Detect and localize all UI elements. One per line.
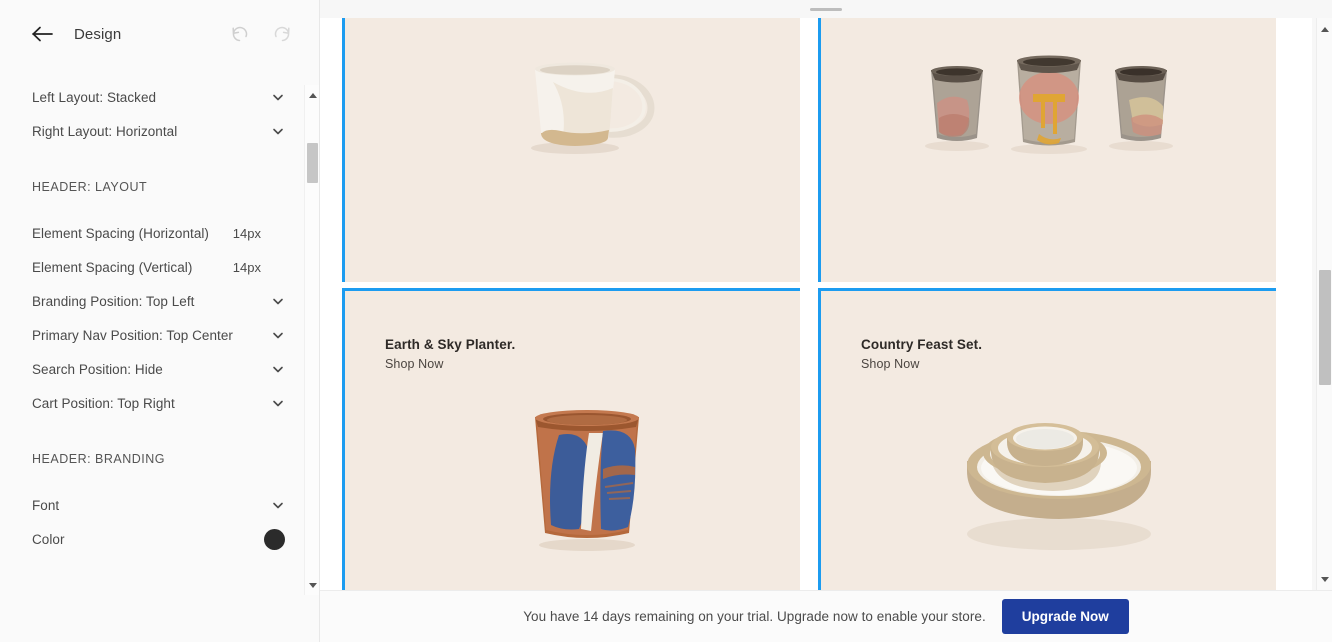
sidebar-row-primary-nav-position[interactable]: Primary Nav Position: Top Center [0, 318, 305, 352]
sidebar-row-branding-position[interactable]: Branding Position: Top Left [0, 284, 305, 318]
sidebar-row-label: Element Spacing (Horizontal) [32, 225, 209, 241]
chevron-down-icon[interactable] [271, 124, 285, 138]
scroll-up-arrow-icon[interactable] [1317, 21, 1332, 37]
tile-cups[interactable] [818, 18, 1276, 282]
tile-feast-set[interactable]: Country Feast Set. Shop Now [818, 288, 1276, 590]
sidebar-row-label: Cart Position: Top Right [32, 395, 175, 411]
sidebar-row-element-spacing-vertical[interactable]: Element Spacing (Vertical) 14px [0, 250, 305, 284]
chevron-down-icon[interactable] [271, 90, 285, 104]
sidebar-row-label: Left Layout: Stacked [32, 89, 157, 105]
canvas-area: Earth & Sky Planter. Shop Now Country Fe… [320, 0, 1332, 590]
tile-text-block: Earth & Sky Planter. Shop Now [385, 337, 515, 371]
canvas-scrollbar[interactable] [1316, 18, 1332, 590]
section-heading-header-layout: HEADER: LAYOUT [32, 180, 148, 194]
sidebar-row-right-layout[interactable]: Right Layout: Horizontal [0, 114, 305, 148]
scroll-up-arrow-icon[interactable] [305, 87, 319, 103]
design-sidebar: Design Left Layout: Stacked Right Layout… [0, 0, 320, 642]
section-heading-header-branding: HEADER: BRANDING [32, 452, 166, 466]
history-buttons [229, 23, 293, 45]
sidebar-row-value: 14px [232, 225, 261, 241]
sidebar-row-left-layout[interactable]: Left Layout: Stacked [0, 80, 305, 114]
chevron-down-icon[interactable] [271, 498, 285, 512]
chevron-down-icon[interactable] [271, 396, 285, 410]
sidebar-row-font[interactable]: Font [0, 488, 305, 522]
sidebar-header: Design [0, 0, 319, 68]
sidebar-row-label: Element Spacing (Vertical) [32, 259, 193, 275]
sidebar-row-label: Branding Position: Top Left [32, 293, 195, 309]
sidebar-row-label: Search Position: Hide [32, 361, 163, 377]
preview-grid: Earth & Sky Planter. Shop Now Country Fe… [320, 18, 1312, 590]
redo-icon[interactable] [271, 23, 293, 45]
site-preview: Earth & Sky Planter. Shop Now Country Fe… [320, 18, 1312, 590]
trial-banner: You have 14 days remaining on your trial… [320, 590, 1332, 642]
blue-planter-image [535, 410, 639, 551]
canvas-resize-handle[interactable] [810, 8, 842, 11]
trial-message: You have 14 days remaining on your trial… [523, 609, 986, 624]
back-arrow-icon[interactable] [30, 23, 56, 45]
sidebar-row-element-spacing-horizontal[interactable]: Element Spacing (Horizontal) 14px [0, 216, 305, 250]
chevron-down-icon[interactable] [271, 328, 285, 342]
chevron-down-icon[interactable] [271, 294, 285, 308]
tile-planter[interactable]: Earth & Sky Planter. Shop Now [342, 288, 800, 590]
page-title: Design [74, 25, 122, 43]
sidebar-scrollbar[interactable] [304, 85, 319, 595]
canvas-scrollbar-thumb[interactable] [1319, 270, 1331, 385]
nested-bowls-image [967, 423, 1151, 550]
tile-mug[interactable] [342, 18, 800, 282]
tile-text-block: Country Feast Set. Shop Now [861, 337, 982, 371]
tile-shop-now-link[interactable]: Shop Now [861, 357, 982, 371]
sidebar-row-label: Right Layout: Horizontal [32, 123, 178, 139]
sidebar-row-label: Font [32, 497, 60, 513]
sidebar-scroll-content: Left Layout: Stacked Right Layout: Horiz… [0, 68, 305, 642]
color-swatch[interactable] [264, 528, 285, 550]
sidebar-row-color[interactable]: Color [0, 522, 305, 556]
upgrade-now-button[interactable]: Upgrade Now [1001, 599, 1129, 634]
scroll-down-arrow-icon[interactable] [1317, 571, 1332, 587]
white-mug-image [531, 62, 655, 154]
tile-title: Country Feast Set. [861, 337, 983, 352]
undo-icon[interactable] [229, 23, 251, 45]
three-cups-image [925, 55, 1173, 154]
scroll-down-arrow-icon[interactable] [305, 577, 319, 593]
tile-title: Earth & Sky Planter. [385, 337, 516, 352]
design-editor-window: Design Left Layout: Stacked Right Layout… [0, 0, 1332, 642]
sidebar-row-cart-position[interactable]: Cart Position: Top Right [0, 386, 305, 420]
sidebar-row-label: Primary Nav Position: Top Center [32, 327, 233, 343]
sidebar-row-value: 14px [232, 259, 261, 275]
sidebar-row-label: Color [32, 531, 65, 547]
sidebar-scrollbar-thumb[interactable] [307, 143, 318, 183]
sidebar-row-search-position[interactable]: Search Position: Hide [0, 352, 305, 386]
chevron-down-icon[interactable] [271, 362, 285, 376]
tile-shop-now-link[interactable]: Shop Now [385, 357, 515, 371]
